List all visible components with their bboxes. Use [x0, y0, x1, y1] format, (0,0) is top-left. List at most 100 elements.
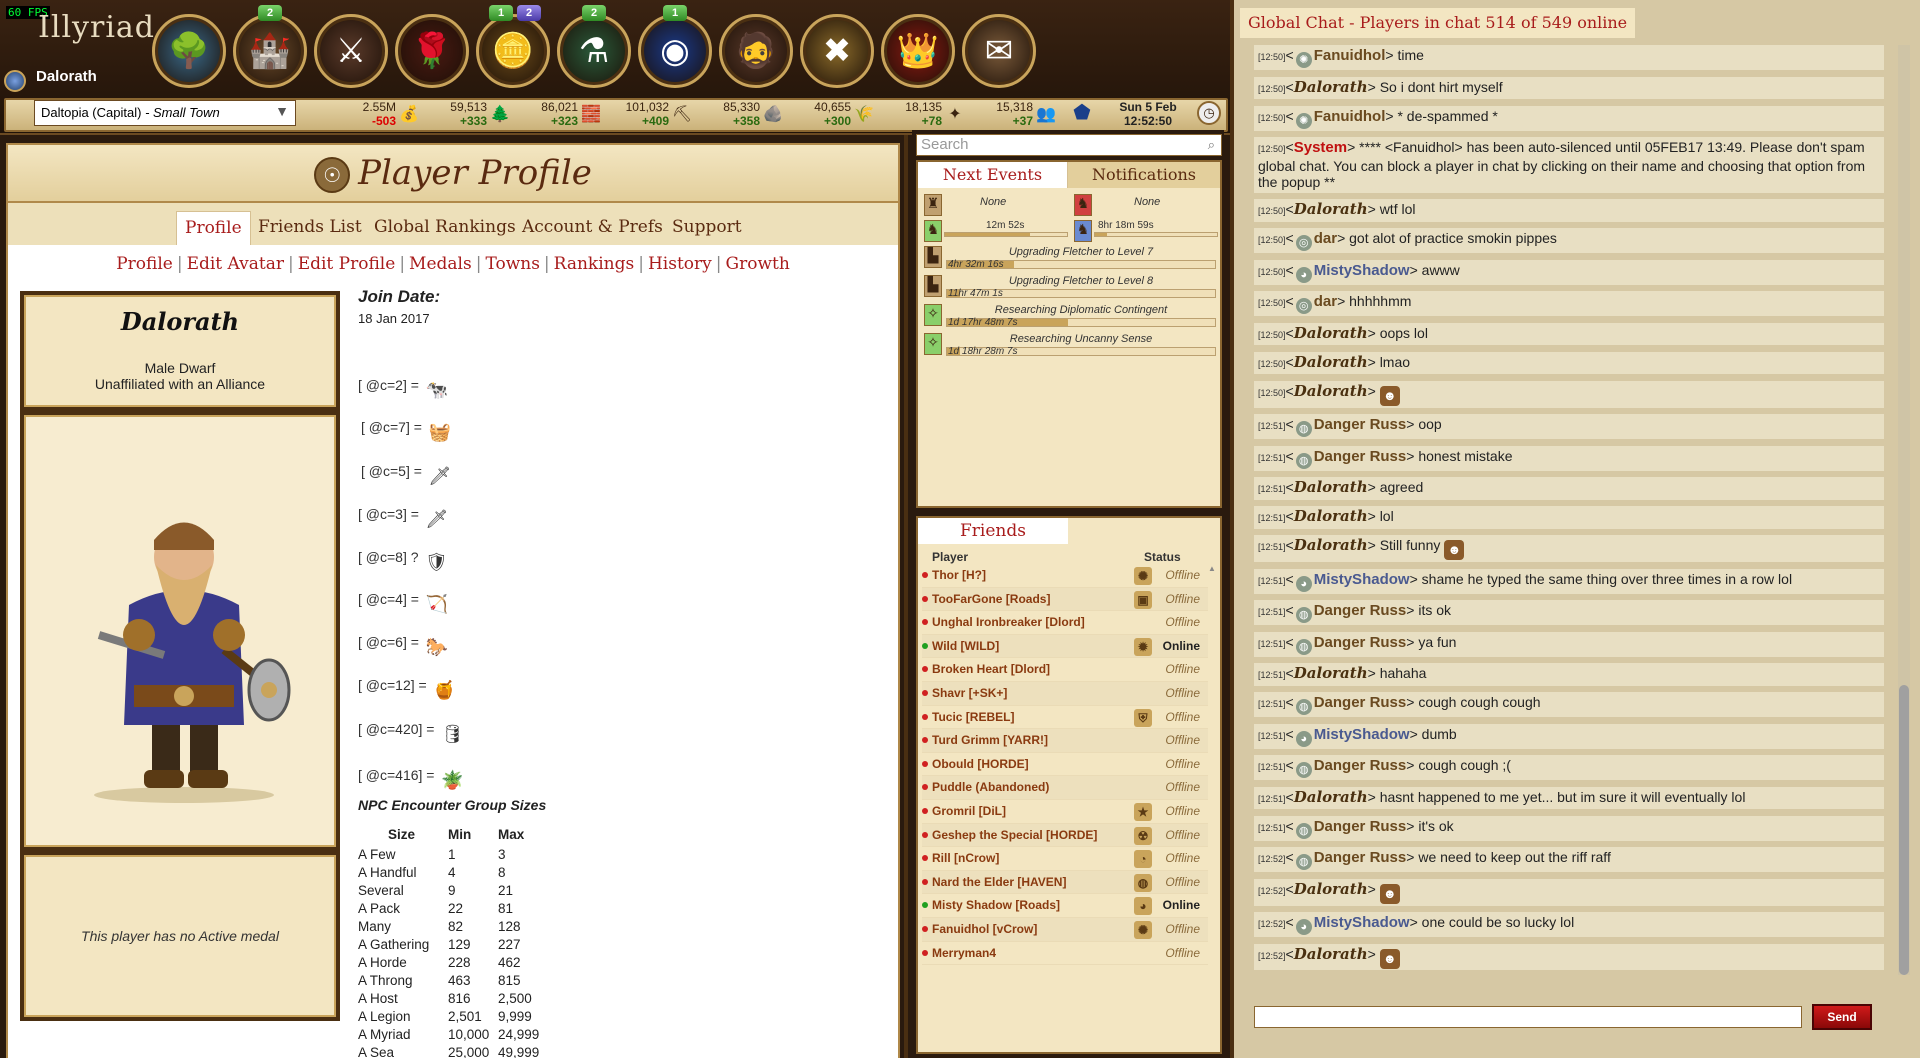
trade-button[interactable]: 🪙 1 2 [476, 5, 550, 88]
tab-friends-list[interactable]: Friends List [250, 211, 370, 245]
tab-support[interactable]: Support [664, 211, 750, 245]
chat-username[interactable]: Dalorath [1294, 880, 1368, 898]
resource-item[interactable]: 101,032 +409 ⛏ [611, 98, 695, 132]
friend-name[interactable]: Thor [H?] [932, 568, 986, 582]
friend-row[interactable]: Shavr [+SK+] Offline [922, 681, 1208, 706]
friend-row[interactable]: Tucic [REBEL] ⛨ Offline [922, 706, 1208, 730]
friend-name[interactable]: Unghal Ironbreaker [Dlord] [932, 615, 1085, 629]
search-input[interactable]: Search ⌕ [916, 134, 1222, 156]
tab-account-prefs[interactable]: Account & Prefs [514, 211, 671, 245]
friend-row[interactable]: Wild [WILD] ✹ Online [922, 634, 1208, 659]
friend-name[interactable]: Gromril [DiL] [932, 804, 1006, 818]
tab-notifications[interactable]: Notifications [1068, 162, 1220, 188]
diplomacy-button[interactable]: 🌹 [395, 14, 469, 88]
chat-username[interactable]: System [1294, 139, 1347, 156]
friend-row[interactable]: Nard the Elder [HAVEN] ◍ Offline [922, 870, 1208, 895]
chat-username[interactable]: Dalorath [1294, 788, 1368, 806]
chat-username[interactable]: Dalorath [1294, 382, 1368, 400]
friends-scrollbar[interactable]: ▲ [1208, 564, 1216, 1044]
chat-username[interactable]: Danger Russ [1314, 757, 1407, 774]
chat-username[interactable]: Dalorath [1294, 507, 1368, 525]
friend-row[interactable]: Merryman4 Offline [922, 942, 1208, 966]
tab-global-rankings[interactable]: Global Rankings [366, 211, 524, 245]
chat-username[interactable]: Danger Russ [1314, 634, 1407, 651]
friend-row[interactable]: Broken Heart [Dlord] Offline [922, 658, 1208, 682]
research-button[interactable]: ⚗ 2 [557, 5, 631, 88]
chat-username[interactable]: Dalorath [1294, 353, 1368, 371]
kingdom-button[interactable]: 👑 [881, 14, 955, 88]
chat-username[interactable]: Dalorath [1294, 536, 1368, 554]
tab-next-events[interactable]: Next Events [918, 162, 1068, 188]
military-button[interactable]: ⚔ [314, 14, 388, 88]
resource-item[interactable]: 40,655 +300 🌾 [793, 98, 877, 132]
chat-username[interactable]: dar [1314, 293, 1337, 310]
friend-name[interactable]: Rill [nCrow] [932, 851, 999, 865]
chat-username[interactable]: Dalorath [1294, 945, 1368, 963]
friend-name[interactable]: Shavr [+SK+] [932, 686, 1007, 700]
chat-username[interactable]: Danger Russ [1314, 849, 1407, 866]
town-button[interactable]: 🏰 2 [233, 5, 307, 88]
chat-username[interactable]: Dalorath [1294, 324, 1368, 342]
compass-icon[interactable] [4, 70, 26, 92]
game-logo[interactable]: 60 FPS Illyriad [4, 4, 154, 62]
friend-name[interactable]: Broken Heart [Dlord] [932, 662, 1050, 676]
chat-username[interactable]: Dalorath [1294, 478, 1368, 496]
friend-name[interactable]: Fanuidhol [vCrow] [932, 922, 1037, 936]
friend-row[interactable]: TooFarGone [Roads] ▣ Offline [922, 587, 1208, 612]
chat-username[interactable]: MistyShadow [1314, 571, 1410, 588]
chat-username[interactable]: Danger Russ [1314, 602, 1407, 619]
subnav-history[interactable]: History [648, 254, 712, 274]
friend-row[interactable]: Fanuidhol [vCrow] ✺ Offline [922, 917, 1208, 942]
friend-row[interactable]: Puddle (Abandoned) Offline [922, 776, 1208, 800]
friend-name[interactable]: Puddle (Abandoned) [932, 780, 1049, 794]
resource-item[interactable]: 59,513 +333 🌲 [429, 98, 513, 132]
friend-name[interactable]: Merryman4 [932, 946, 996, 960]
chat-username[interactable]: MistyShadow [1314, 726, 1410, 743]
resource-item[interactable]: 15,318 +37 👥 [975, 98, 1059, 132]
subnav-growth[interactable]: Growth [726, 254, 790, 274]
crafting-button[interactable]: ✖ [800, 14, 874, 88]
resource-item[interactable]: 18,135 +78 ✦ [884, 98, 968, 132]
friend-row[interactable]: Misty Shadow [Roads] ◕ Online [922, 894, 1208, 918]
chat-username[interactable]: Danger Russ [1314, 448, 1407, 465]
friend-name[interactable]: Turd Grimm [YARR!] [932, 733, 1048, 747]
chat-username[interactable]: Fanuidhol [1314, 108, 1386, 125]
friend-name[interactable]: Obould [HORDE] [932, 757, 1029, 771]
friend-row[interactable]: Obould [HORDE] Offline [922, 753, 1208, 777]
subnav-edit-avatar[interactable]: Edit Avatar [187, 254, 284, 274]
chat-username[interactable]: Dalorath [1294, 78, 1368, 96]
chat-username[interactable]: Fanuidhol [1314, 47, 1386, 64]
chat-username[interactable]: Danger Russ [1314, 818, 1407, 835]
messages-button[interactable]: ✉ [962, 14, 1036, 88]
friend-name[interactable]: TooFarGone [Roads] [932, 592, 1050, 606]
subnav-edit-profile[interactable]: Edit Profile [298, 254, 396, 274]
chat-username[interactable]: MistyShadow [1314, 262, 1410, 279]
clock-icon[interactable]: ◷ [1197, 101, 1221, 125]
tab-friends[interactable]: Friends [918, 518, 1068, 544]
chat-username[interactable]: dar [1314, 230, 1337, 247]
friend-name[interactable]: Tucic [REBEL] [932, 710, 1014, 724]
chat-scroll-thumb[interactable] [1899, 685, 1909, 975]
chat-username[interactable]: Dalorath [1294, 664, 1368, 682]
subnav-profile[interactable]: Profile [116, 254, 173, 274]
chat-username[interactable]: Danger Russ [1314, 694, 1407, 711]
friend-name[interactable]: Geshep the Special [HORDE] [932, 828, 1097, 842]
send-button[interactable]: Send [1812, 1004, 1872, 1030]
characters-button[interactable]: 🧔 [719, 14, 793, 88]
friend-name[interactable]: Wild [WILD] [932, 639, 999, 653]
resource-item[interactable]: 85,330 +358 🪨 [702, 98, 786, 132]
subnav-towns[interactable]: Towns [485, 254, 539, 274]
search-icon[interactable]: ⌕ [1208, 137, 1215, 153]
friend-row[interactable]: Thor [H?] ✺ Offline [922, 564, 1208, 588]
magic-button[interactable]: ◉ 1 [638, 5, 712, 88]
player-name[interactable]: Dalorath [36, 68, 97, 85]
chat-username[interactable]: MistyShadow [1314, 914, 1410, 931]
subnav-rankings[interactable]: Rankings [554, 254, 635, 274]
town-selector[interactable]: Daltopia (Capital) - Small Town ▼ [34, 100, 296, 126]
friend-row[interactable]: Turd Grimm [YARR!] Offline [922, 729, 1208, 753]
subnav-medals[interactable]: Medals [409, 254, 472, 274]
world-map-button[interactable]: 🌳 [152, 14, 226, 88]
friend-row[interactable]: Rill [nCrow] ◔ Offline [922, 847, 1208, 871]
friend-name[interactable]: Nard the Elder [HAVEN] [932, 875, 1066, 889]
friend-row[interactable]: Unghal Ironbreaker [Dlord] Offline [922, 611, 1208, 635]
